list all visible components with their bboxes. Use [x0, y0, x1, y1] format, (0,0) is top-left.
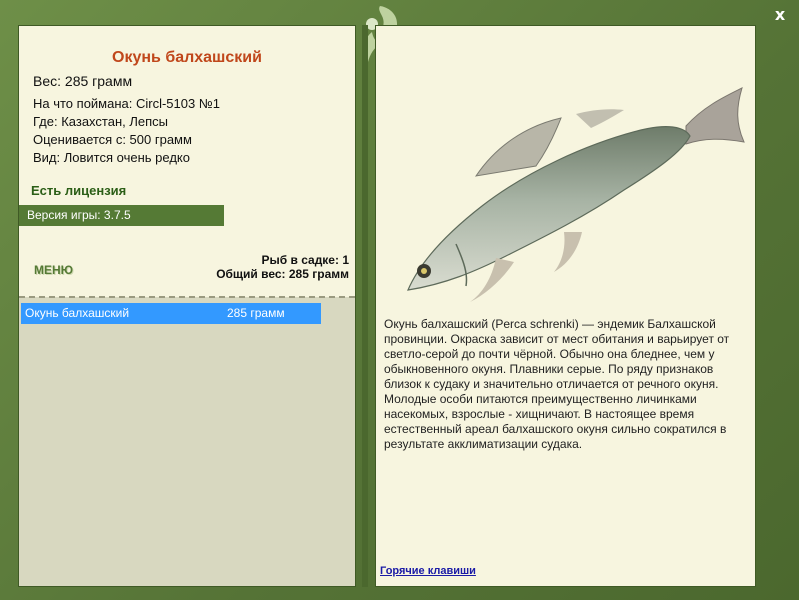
- fish-description: Окунь балхашский (Perca schrenki) — энде…: [384, 317, 730, 451]
- fish-value: Оценивается с: 500 грамм: [33, 132, 192, 147]
- version-bar: Версия игры: 3.7.5: [19, 205, 224, 226]
- fish-place: Где: Казахстан, Лепсы: [33, 114, 168, 129]
- fish-rarity: Вид: Ловится очень редко: [33, 150, 190, 165]
- catch-item-name: Окунь балхашский: [25, 306, 130, 320]
- menu-button[interactable]: МЕНЮ: [34, 263, 73, 277]
- fish-weight: Вес: 285 грамм: [33, 73, 133, 89]
- fish-title: Окунь балхашский: [112, 49, 262, 66]
- fish-info-panel: Окунь балхашский Вес: 285 грамм На что п…: [18, 25, 356, 587]
- catch-list: [19, 297, 355, 586]
- license-status: Есть лицензия: [31, 183, 127, 198]
- hotkeys-link[interactable]: Горячие клавиши: [380, 565, 476, 577]
- fish-bait: На что поймана: Circl-5103 №1: [33, 96, 221, 111]
- catch-stats: Рыб в садке: 1 Общий вес: 285 грамм: [216, 253, 349, 281]
- divider-line: [19, 296, 355, 298]
- catch-item-weight: 285 грамм: [227, 306, 285, 320]
- close-icon[interactable]: x: [771, 6, 789, 24]
- fish-detail-panel: Окунь балхашский (Perca schrenki) — энде…: [375, 25, 756, 587]
- panel-divider: [362, 25, 368, 587]
- fish-count: Рыб в садке: 1: [261, 253, 349, 267]
- catch-list-item[interactable]: Окунь балхашский 285 грамм: [21, 303, 321, 324]
- total-weight: Общий вес: 285 грамм: [216, 267, 349, 281]
- fish-image: [407, 87, 745, 302]
